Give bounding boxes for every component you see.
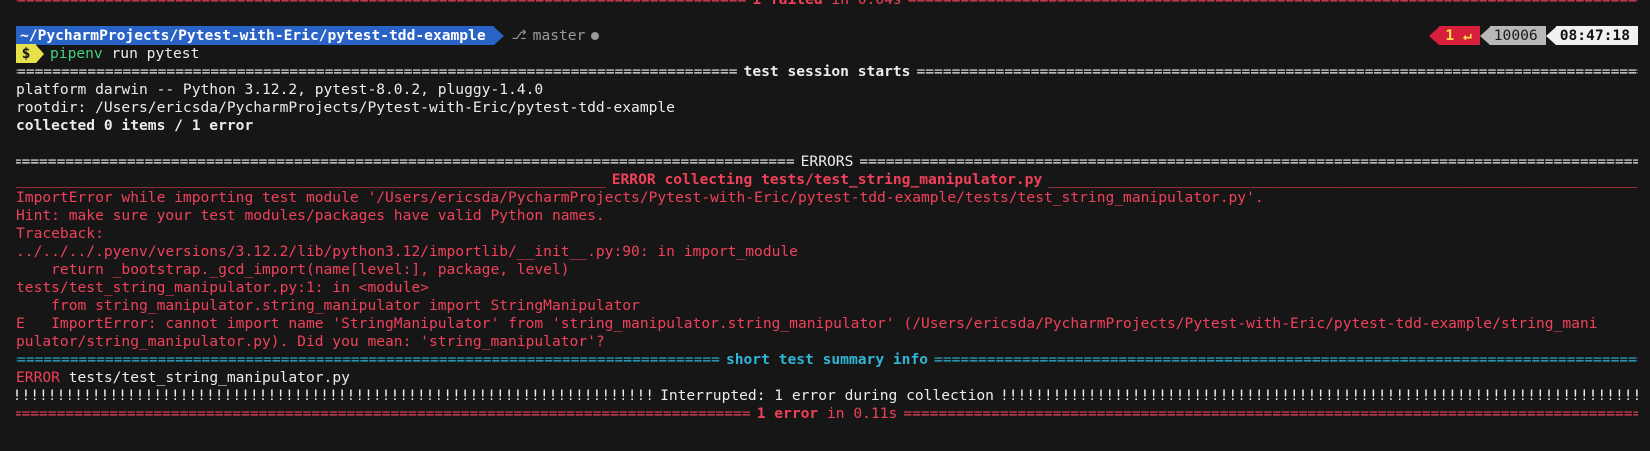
prompt-cwd: ~/PycharmProjects/Pytest-with-Eric/pytes… <box>16 26 494 45</box>
cwd-arrow-icon <box>493 26 504 45</box>
command-line[interactable]: $ pipenv run pytest <box>16 44 199 63</box>
prompt-arrow-icon <box>36 44 44 63</box>
error-line: tests/test_string_manipulator.py:1: in <… <box>16 279 429 296</box>
right-prompt: 1 ↵ 10006 08:47:18 <box>1429 26 1638 45</box>
summary-error-label: ERROR <box>16 369 60 386</box>
interrupted-label: Interrupted: 1 error during collection <box>660 387 994 404</box>
git-branch: master <box>532 27 586 44</box>
shell-prompt: ~/PycharmProjects/Pytest-with-Eric/pytes… <box>16 26 600 45</box>
time-arrow-icon <box>1545 26 1556 45</box>
rootdir-line: rootdir: /Users/ericsda/PycharmProjects/… <box>16 99 675 116</box>
history-arrow-icon <box>1479 26 1490 45</box>
session-header: test session starts <box>16 62 1638 81</box>
final-result: 1 error <box>756 405 819 422</box>
collected-line: collected 0 items / 1 error <box>16 117 254 134</box>
error-line: pulator/string_manipulator.py). Did you … <box>16 333 605 350</box>
summary-header-label: short test summary info <box>725 351 929 368</box>
session-header-label: test session starts <box>743 63 911 80</box>
errors-header-label: ERRORS <box>800 153 854 170</box>
final-result-line: 1 error in 0.11s <box>16 404 1638 423</box>
exit-arrow-icon <box>1429 26 1440 45</box>
previous-run-duration: in 0.04s <box>831 0 901 8</box>
exit-code-badge: 1 ↵ <box>1439 26 1480 45</box>
error-line: ImportError while importing test module … <box>16 189 1264 206</box>
command-args: run pytest <box>111 45 200 62</box>
error-line: Traceback: <box>16 225 104 242</box>
summary-error-line: ERROR tests/test_string_manipulator.py <box>16 368 1638 387</box>
errors-header: ERRORS <box>16 152 1638 171</box>
error-collecting-title: ERROR collecting tests/test_string_manip… <box>611 171 1043 188</box>
summary-error-path: tests/test_string_manipulator.py <box>68 369 350 386</box>
dirty-dot-icon <box>591 31 600 40</box>
prompt-time: 08:47:18 <box>1555 26 1638 45</box>
error-line: return _bootstrap._gcd_import(name[level… <box>16 261 570 278</box>
history-number: 10006 <box>1489 26 1546 45</box>
platform-line: platform darwin -- Python 3.12.2, pytest… <box>16 81 544 98</box>
error-line: Hint: make sure your test modules/packag… <box>16 207 605 224</box>
interrupted-line: Interrupted: 1 error during collection <box>16 386 1638 405</box>
error-line: ../../../.pyenv/versions/3.12.2/lib/pyth… <box>16 243 798 260</box>
previous-run-footer: 1 failed in 0.04s <box>16 0 1638 9</box>
prompt-symbol: $ <box>16 44 36 63</box>
error-collecting-header: ERROR collecting tests/test_string_manip… <box>16 170 1638 189</box>
git-status: ⎇ master <box>504 27 600 44</box>
error-line: E ImportError: cannot import name 'Strin… <box>16 315 1598 332</box>
command-name: pipenv <box>50 45 103 62</box>
previous-run-result: 1 failed <box>752 0 822 8</box>
error-line: from string_manipulator.string_manipulat… <box>16 297 640 314</box>
summary-header: short test summary info <box>16 350 1638 369</box>
branch-icon: ⎇ <box>511 28 527 43</box>
final-duration: in 0.11s <box>827 405 898 422</box>
